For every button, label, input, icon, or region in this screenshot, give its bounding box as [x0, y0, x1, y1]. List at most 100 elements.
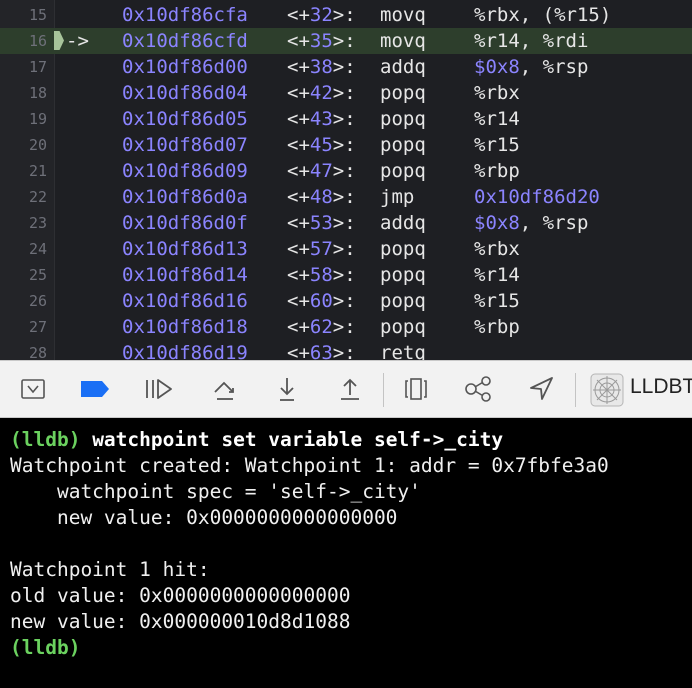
console-text: watchpoint spec = 'self->_city'	[10, 480, 421, 503]
lldb-prompt: (lldb)	[10, 636, 81, 659]
continue-icon	[146, 379, 172, 399]
instruction-address: 0x10df86d18	[122, 316, 248, 338]
instruction-address: 0x10df86d16	[122, 290, 248, 312]
disassembly-line[interactable]: 25 0x10df86d14 <+58>: popq %r14	[0, 262, 692, 288]
instruction-offset: <+53>:	[287, 212, 356, 234]
line-number: 16	[28, 32, 47, 50]
instruction-offset: <+63>:	[287, 342, 356, 360]
instruction-mnemonic: addq	[380, 212, 426, 234]
pc-marker-icon	[54, 31, 64, 50]
console-text: new value: 0x000000010d8d1088	[10, 610, 351, 633]
disassembly-line[interactable]: 22 0x10df86d0a <+48>: jmp 0x10df86d20	[0, 184, 692, 210]
lldb-prompt: (lldb)	[10, 428, 81, 451]
instruction-address: 0x10df86d0f	[122, 212, 248, 234]
pc-arrow: ->	[66, 30, 89, 52]
disassembly-line[interactable]: 28 0x10df86d19 <+63>: retq	[0, 340, 692, 360]
console-text: new value: 0x0000000000000000	[10, 506, 398, 529]
debug-toolbar: LLDBT	[0, 360, 692, 418]
instruction-mnemonic: popq	[380, 134, 426, 156]
line-number: 15	[28, 6, 47, 24]
location-arrow-icon	[530, 377, 553, 400]
instruction-address: 0x10df86cfd	[122, 30, 248, 52]
instruction-operands: %rbx	[474, 238, 520, 260]
instruction-mnemonic: popq	[380, 108, 426, 130]
disassembly-line[interactable]: 18 0x10df86d04 <+42>: popq %rbx	[0, 80, 692, 106]
disassembly-line[interactable]: 27 0x10df86d18 <+62>: popq %rbp	[0, 314, 692, 340]
instruction-operands: $0x8, %rsp	[474, 212, 589, 234]
instruction-offset: <+47>:	[287, 160, 356, 182]
instruction-mnemonic: popq	[380, 160, 426, 182]
instruction-mnemonic: popq	[380, 264, 426, 286]
instruction-offset: <+57>:	[287, 238, 356, 260]
disassembly-line[interactable]: 15 0x10df86cfa <+32>: movq %rbx, (%r15)	[0, 2, 692, 28]
step-out-button[interactable]	[331, 370, 369, 408]
disassembly-line[interactable]: 21 0x10df86d09 <+47>: popq %rbp	[0, 158, 692, 184]
instruction-address: 0x10df86d00	[122, 56, 248, 78]
line-number: 28	[28, 344, 47, 360]
view-hierarchy-icon	[405, 378, 427, 400]
console-output-line: Watchpoint created: Watchpoint 1: addr =…	[10, 453, 609, 479]
instruction-address: 0x10df86d07	[122, 134, 248, 156]
instruction-offset: <+38>:	[287, 56, 356, 78]
instruction-address: 0x10df86d04	[122, 82, 248, 104]
instruction-address: 0x10df86d19	[122, 342, 248, 360]
toolbar-separator	[575, 373, 576, 407]
instruction-operands: %rbp	[474, 316, 520, 338]
line-number: 19	[28, 110, 47, 128]
disassembly-line[interactable]: 19 0x10df86d05 <+43>: popq %r14	[0, 106, 692, 132]
instruction-offset: <+62>:	[287, 316, 356, 338]
instruction-operands: %rbx	[474, 82, 520, 104]
memory-graph-button[interactable]	[460, 370, 498, 408]
line-number: 18	[28, 84, 47, 102]
simulate-location-button[interactable]	[522, 370, 560, 408]
instruction-operands: %r15	[474, 290, 520, 312]
console-output-line: new value: 0x000000010d8d1088	[10, 609, 350, 635]
line-number: 21	[28, 162, 47, 180]
disassembly-line[interactable]: 23 0x10df86d0f <+53>: addq $0x8, %rsp	[0, 210, 692, 236]
disassembly-line[interactable]: 17 0x10df86d00 <+38>: addq $0x8, %rsp	[0, 54, 692, 80]
hide-debug-area-icon	[21, 379, 45, 399]
step-over-button[interactable]	[206, 370, 244, 408]
console-text: Watchpoint 1 hit:	[10, 558, 210, 581]
disassembly-line[interactable]: 24 0x10df86d13 <+57>: popq %rbx	[0, 236, 692, 262]
target-label[interactable]: LLDBT	[630, 375, 692, 399]
line-number: 26	[28, 292, 47, 310]
continue-button[interactable]	[140, 370, 178, 408]
console-command-line: (lldb)	[10, 635, 80, 661]
line-number: 17	[28, 58, 47, 76]
instruction-mnemonic: popq	[380, 82, 426, 104]
instruction-operands: 0x10df86d20	[474, 186, 600, 208]
console-output-line: watchpoint spec = 'self->_city'	[10, 479, 421, 505]
line-number: 24	[28, 240, 47, 258]
instruction-offset: <+32>:	[287, 4, 356, 26]
instruction-offset: <+45>:	[287, 134, 356, 156]
step-into-icon	[280, 378, 294, 401]
instruction-mnemonic: popq	[380, 238, 426, 260]
toolbar-separator	[383, 373, 384, 407]
disassembly-line[interactable]: 20 0x10df86d07 <+45>: popq %r15	[0, 132, 692, 158]
instruction-offset: <+43>:	[287, 108, 356, 130]
step-out-icon	[341, 378, 359, 400]
instruction-address: 0x10df86cfa	[122, 4, 248, 26]
hide-debug-area-button[interactable]	[14, 370, 52, 408]
disassembly-line[interactable]: 26 0x10df86d16 <+60>: popq %r15	[0, 288, 692, 314]
instruction-offset: <+42>:	[287, 82, 356, 104]
instruction-operands: %r14, %rdi	[474, 30, 589, 52]
instruction-address: 0x10df86d13	[122, 238, 248, 260]
view-hierarchy-button[interactable]	[397, 370, 435, 408]
console-output-line: Watchpoint 1 hit:	[10, 557, 210, 583]
console-output-line: old value: 0x0000000000000000	[10, 583, 350, 609]
instruction-operands: %r14	[474, 108, 520, 130]
instruction-mnemonic: movq	[380, 30, 426, 52]
instruction-address: 0x10df86d09	[122, 160, 248, 182]
console-output-line: new value: 0x0000000000000000	[10, 505, 397, 531]
lldb-console[interactable]: (lldb) watchpoint set variable self->_ci…	[0, 418, 692, 688]
disassembly-line-current[interactable]: 16 -> 0x10df86cfd <+35>: movq %r14, %rdi	[0, 28, 692, 54]
line-number: 25	[28, 266, 47, 284]
instruction-operands: %r14	[474, 264, 520, 286]
breakpoints-toggle-button[interactable]	[76, 370, 114, 408]
step-into-button[interactable]	[268, 370, 306, 408]
instruction-offset: <+60>:	[287, 290, 356, 312]
app-target-icon[interactable]	[590, 373, 624, 407]
line-number: 23	[28, 214, 47, 232]
